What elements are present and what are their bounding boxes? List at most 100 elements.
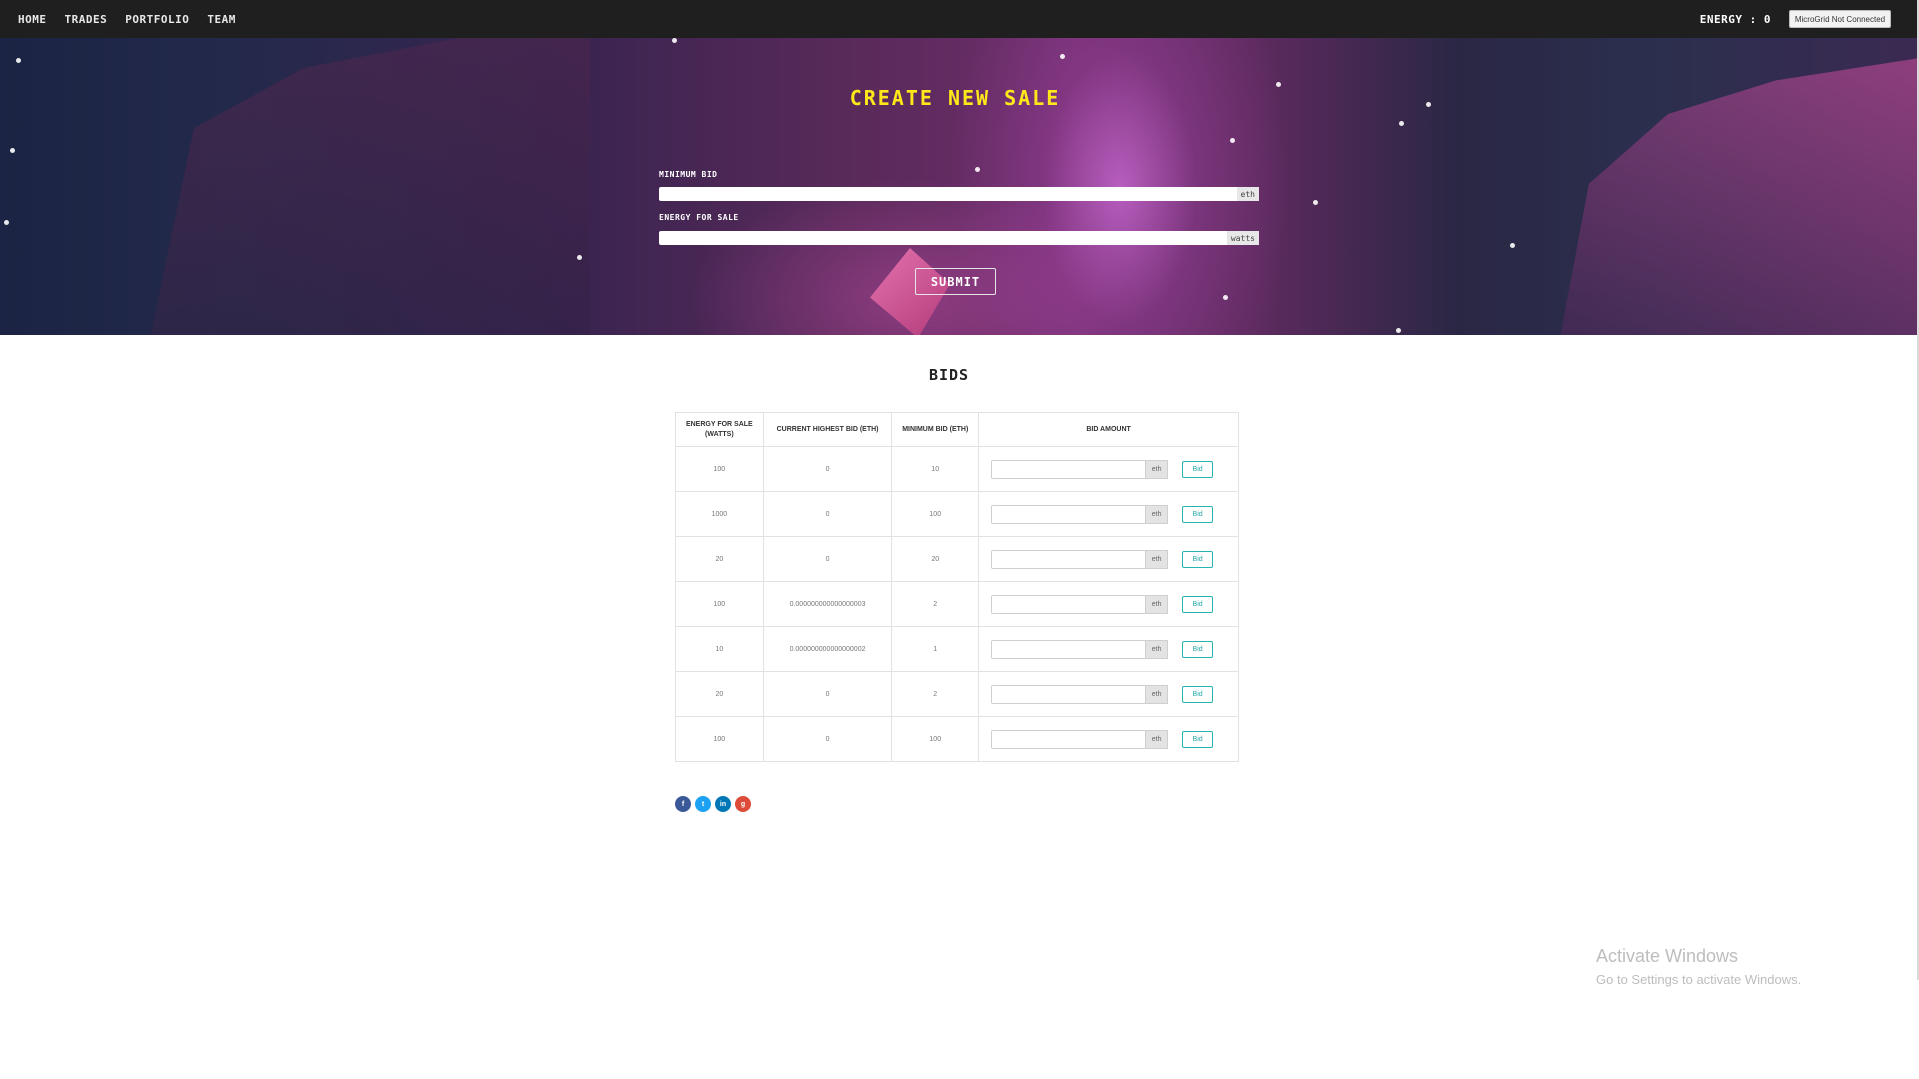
top-navbar: HOME TRADES PORTFOLIO TEAM ENERGY : 0 Mi… [0,0,1919,38]
bid-amount-cell: eth Bid [978,581,1239,627]
minimum-bid-cell: 1 [891,626,980,672]
bid-button[interactable]: Bid [1182,505,1214,523]
bids-table-body: 100 0 10 eth Bid 1000 0 100 eth Bid 20 0 20 eth Bid 100… [675,446,1239,762]
highest-bid-cell: 0 [762,716,893,762]
hero-banner: CREATE NEW SALE MINIMUM BID eth ENERGY F… [0,38,1919,335]
highest-bid-cell: 0.000000000000000003 [762,581,893,627]
column-header-bid-amount: BID AMOUNT [978,412,1239,447]
minimum-bid-input[interactable]: eth [659,187,1259,201]
star [4,220,9,225]
energy-cell: 20 [675,536,764,582]
energy-for-sale-unit: watts [1226,231,1259,245]
bid-controls: eth Bid [979,459,1238,479]
bid-unit-label: eth [1146,594,1169,614]
activate-windows-subtitle: Go to Settings to activate Windows. [1596,972,1802,987]
bid-unit-label: eth [1146,504,1169,524]
energy-cell: 1000 [675,491,764,537]
star [672,38,677,43]
nav-trades-link[interactable]: TRADES [65,13,108,26]
bid-input-group: eth [991,729,1169,749]
create-sale-title: CREATE NEW SALE [849,86,1061,110]
bid-amount-input[interactable] [991,549,1147,569]
bid-unit-label: eth [1146,549,1169,569]
bid-amount-input[interactable] [991,729,1147,749]
bid-controls: eth Bid [979,549,1238,569]
bid-amount-input[interactable] [991,459,1147,479]
star [577,255,582,260]
bid-controls: eth Bid [979,639,1238,659]
bid-button[interactable]: Bid [1182,595,1214,613]
bid-amount-input[interactable] [991,504,1147,524]
star [1223,295,1228,300]
nav-home-link[interactable]: HOME [18,13,47,26]
hero-rock-left [150,38,590,335]
bid-controls: eth Bid [979,594,1238,614]
highest-bid-cell: 0 [762,491,893,537]
star [1060,54,1065,59]
bid-input-group: eth [991,594,1169,614]
bid-input-group: eth [991,684,1169,704]
column-header-highest-bid: CURRENT HIGHEST BID (ETH) [762,412,893,447]
microgrid-status-button[interactable]: MicroGrid Not Connected [1789,10,1891,28]
table-row: 100 0 100 eth Bid [675,716,1239,762]
nav-team-link[interactable]: TEAM [207,13,236,26]
bid-button[interactable]: Bid [1182,550,1214,568]
minimum-bid-cell: 100 [891,716,980,762]
table-row: 20 0 20 eth Bid [675,536,1239,582]
bids-table: ENERGY FOR SALE (WATTS) CURRENT HIGHEST … [675,412,1239,762]
minimum-bid-cell: 20 [891,536,980,582]
column-header-energy: ENERGY FOR SALE (WATTS) [675,412,764,447]
nav-portfolio-link[interactable]: PORTFOLIO [125,13,189,26]
energy-for-sale-input[interactable]: watts [659,231,1259,245]
bid-amount-input[interactable] [991,684,1147,704]
table-row: 100 0.000000000000000003 2 eth Bid [675,581,1239,627]
highest-bid-cell: 0 [762,671,893,717]
submit-button[interactable]: SUBMIT [915,268,996,295]
minimum-bid-unit: eth [1236,187,1259,201]
linkedin-icon[interactable]: in [715,796,731,812]
google-plus-icon[interactable]: g [735,796,751,812]
twitter-icon[interactable]: t [695,796,711,812]
bid-button[interactable]: Bid [1182,730,1214,748]
bid-unit-label: eth [1146,729,1169,749]
star [1399,121,1404,126]
highest-bid-cell: 0.000000000000000002 [762,626,893,672]
table-row: 1000 0 100 eth Bid [675,491,1239,537]
star [1313,200,1318,205]
minimum-bid-cell: 100 [891,491,980,537]
energy-cell: 100 [675,716,764,762]
energy-cell: 10 [675,626,764,672]
energy-for-sale-label: ENERGY FOR SALE [659,213,739,222]
minimum-bid-cell: 2 [891,581,980,627]
bid-amount-cell: eth Bid [978,536,1239,582]
bid-amount-cell: eth Bid [978,446,1239,492]
bid-input-group: eth [991,639,1169,659]
star [975,167,980,172]
column-header-minimum-bid: MINIMUM BID (ETH) [891,412,980,447]
star [10,148,15,153]
facebook-icon[interactable]: f [675,796,691,812]
bid-controls: eth Bid [979,684,1238,704]
bid-unit-label: eth [1146,639,1169,659]
table-row: 20 0 2 eth Bid [675,671,1239,717]
star [16,58,21,63]
minimum-bid-cell: 10 [891,446,980,492]
energy-cell: 20 [675,671,764,717]
star [1510,243,1515,248]
highest-bid-cell: 0 [762,536,893,582]
bid-amount-cell: eth Bid [978,716,1239,762]
bid-button[interactable]: Bid [1182,640,1214,658]
social-share-icons: f t in g [675,796,751,812]
activate-windows-title: Activate Windows [1596,946,1739,966]
highest-bid-cell: 0 [762,446,893,492]
bid-input-group: eth [991,504,1169,524]
minimum-bid-cell: 2 [891,671,980,717]
minimum-bid-label: MINIMUM BID [659,170,718,179]
bid-button[interactable]: Bid [1182,685,1214,703]
bid-amount-input[interactable] [991,639,1147,659]
bid-amount-cell: eth Bid [978,626,1239,672]
bid-button[interactable]: Bid [1182,460,1214,478]
table-row: 10 0.000000000000000002 1 eth Bid [675,626,1239,672]
bid-controls: eth Bid [979,729,1238,749]
bid-amount-input[interactable] [991,594,1147,614]
